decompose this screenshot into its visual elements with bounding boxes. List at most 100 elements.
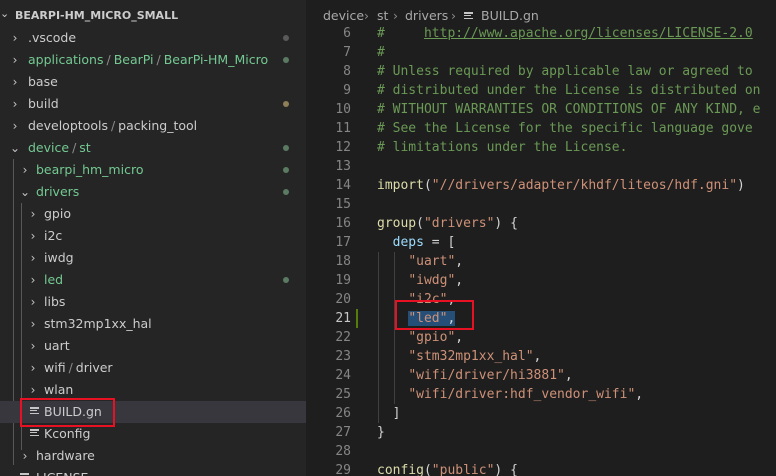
code-line[interactable]: 27} — [306, 423, 776, 442]
code-line[interactable]: 18 "uart", — [306, 252, 776, 271]
code-line[interactable]: 15 — [306, 195, 776, 214]
chevron-right-icon: › — [30, 229, 36, 243]
code-token: ) { — [494, 463, 518, 476]
tree-item-label: LICENSE — [36, 467, 88, 476]
tree-item-hardware[interactable]: › hardware — [0, 445, 306, 467]
line-number: 11 — [335, 121, 351, 136]
code-line[interactable]: 20 "i2c", — [306, 290, 776, 309]
code-line[interactable]: 8 # Unless required by applicable law or … — [306, 62, 776, 81]
tree-item-label: iwdg — [44, 250, 74, 265]
tree-item-i2c[interactable]: › i2c — [0, 225, 306, 247]
code-text: # limitations under the License. — [377, 138, 627, 157]
tree-item-label: led — [44, 272, 64, 287]
breadcrumb-item[interactable]: drivers — [405, 8, 448, 23]
code-line[interactable]: 17 deps = [ — [306, 233, 776, 252]
editor-panel: device › st › drivers › BUILD.gn 6 # http… — [306, 0, 776, 476]
code-token: , — [635, 387, 644, 402]
code-token: "wifi/driver/hi3881" — [408, 368, 565, 383]
tree-item-uart[interactable]: › uart — [0, 335, 306, 357]
highlight-box-build-gn — [20, 398, 115, 427]
tree-item-libs[interactable]: › libs — [0, 291, 306, 313]
tree-item-license[interactable]: LICENSE — [0, 467, 306, 476]
code-line[interactable]: 14 import("//drivers/adapter/khdf/liteos/… — [306, 176, 776, 195]
status-dot — [283, 57, 289, 63]
code-line[interactable]: 29 config("public") { — [306, 461, 776, 476]
code-line[interactable]: 6 # http://www.apache.org/licenses/LICENS… — [306, 24, 776, 43]
line-number: 24 — [335, 368, 351, 383]
tree-item-label: bearpi_hm_micro — [36, 162, 144, 177]
line-number: 28 — [335, 444, 351, 459]
code-token: = [ — [423, 235, 456, 250]
line-number: 14 — [335, 178, 351, 193]
chevron-down-icon: ⌄ — [10, 141, 21, 155]
status-dot — [283, 145, 289, 151]
code-line[interactable]: 25 "wifi/driver:hdf_vendor_wifi", — [306, 385, 776, 404]
code-text: import("//drivers/adapter/khdf/liteos/hd… — [377, 176, 745, 195]
code-token: ( — [416, 216, 424, 231]
tree-item-bearpi-hm-micro[interactable]: › bearpi_hm_micro — [0, 159, 306, 181]
tree-item-wifi-driver[interactable]: › wifi / driver — [0, 357, 306, 379]
line-number: 21 — [335, 311, 351, 326]
code-line[interactable]: 22 "gpio", — [306, 328, 776, 347]
status-dot — [283, 101, 289, 107]
code-token: ) — [737, 178, 745, 193]
tree-item-vscode[interactable]: › .vscode — [0, 27, 306, 49]
chevron-right-icon: › — [12, 53, 18, 67]
tree-item-led[interactable]: › led — [0, 269, 306, 291]
chevron-right-icon: › — [451, 8, 456, 23]
tree-item-applications[interactable]: › applications / BearPi / BearPi-HM_Micro — [0, 49, 306, 71]
code-line[interactable]: 16 group("drivers") { — [306, 214, 776, 233]
code-token: "public" — [431, 463, 495, 476]
tree-item-drivers[interactable]: ⌄ drivers — [0, 181, 306, 203]
code-line[interactable]: 26 ] — [306, 404, 776, 423]
code-token: # See the License for the specific langu… — [377, 121, 753, 136]
tree-item-base[interactable]: › base — [0, 71, 306, 93]
code-line[interactable]: 13 — [306, 157, 776, 176]
line-number: 17 — [335, 235, 351, 250]
code-token: } — [377, 425, 385, 440]
tree-item-developtools[interactable]: › developtools / packing_tool — [0, 115, 306, 137]
code-token: "stm32mp1xx_hal" — [408, 349, 534, 364]
tree-item-build[interactable]: › build — [0, 93, 306, 115]
tree-item-device-st[interactable]: ⌄ device / st — [0, 137, 306, 159]
line-number: 13 — [335, 159, 351, 174]
chevron-right-icon: › — [12, 31, 18, 45]
status-dot — [283, 277, 289, 283]
code-line[interactable]: 12 # limitations under the License. — [306, 138, 776, 157]
tree-item-label: build — [28, 96, 59, 111]
tree-item-label: hardware — [36, 448, 95, 463]
explorer-header[interactable]: ⌄ BEARPI-HM_MICRO_SMALL — [0, 0, 306, 30]
code-line[interactable]: 21 "led", — [306, 309, 776, 328]
line-number: 18 — [335, 254, 351, 269]
tree-item-label: gpio — [44, 206, 71, 221]
line-number: 23 — [335, 349, 351, 364]
breadcrumb-item[interactable]: BUILD.gn — [481, 8, 539, 23]
tree-item-iwdg[interactable]: › iwdg — [0, 247, 306, 269]
line-number: 20 — [335, 292, 351, 307]
code-line[interactable]: 7 # — [306, 43, 776, 62]
explorer-panel: ⌄ BEARPI-HM_MICRO_SMALL › .vscode › appl… — [0, 0, 306, 476]
code-line[interactable]: 11 # See the License for the specific lan… — [306, 119, 776, 138]
code-text: } — [377, 423, 385, 442]
code-line[interactable]: 10 # WITHOUT WARRANTIES OR CONDITIONS OF … — [306, 100, 776, 119]
line-number: 27 — [335, 425, 351, 440]
line-number: 7 — [343, 45, 351, 60]
code-text: group("drivers") { — [377, 214, 518, 233]
code-line[interactable]: 28 — [306, 442, 776, 461]
breadcrumb-item[interactable]: device — [323, 8, 364, 23]
line-number: 6 — [343, 26, 351, 41]
code-line[interactable]: 19 "iwdg", — [306, 271, 776, 290]
code-text: # Unless required by applicable law or a… — [377, 62, 753, 81]
code-line[interactable]: 23 "stm32mp1xx_hal", — [306, 347, 776, 366]
tree-item-gpio[interactable]: › gpio — [0, 203, 306, 225]
code-text: ] — [377, 404, 401, 423]
tree-item-stm32mp1xx-hal[interactable]: › stm32mp1xx_hal — [0, 313, 306, 335]
code-line[interactable]: 9 # distributed under the License is dist… — [306, 81, 776, 100]
breadcrumb-item[interactable]: st — [377, 8, 388, 23]
code-text: # http://www.apache.org/licenses/LICENSE… — [377, 24, 753, 43]
code-line[interactable]: 24 "wifi/driver/hi3881", — [306, 366, 776, 385]
